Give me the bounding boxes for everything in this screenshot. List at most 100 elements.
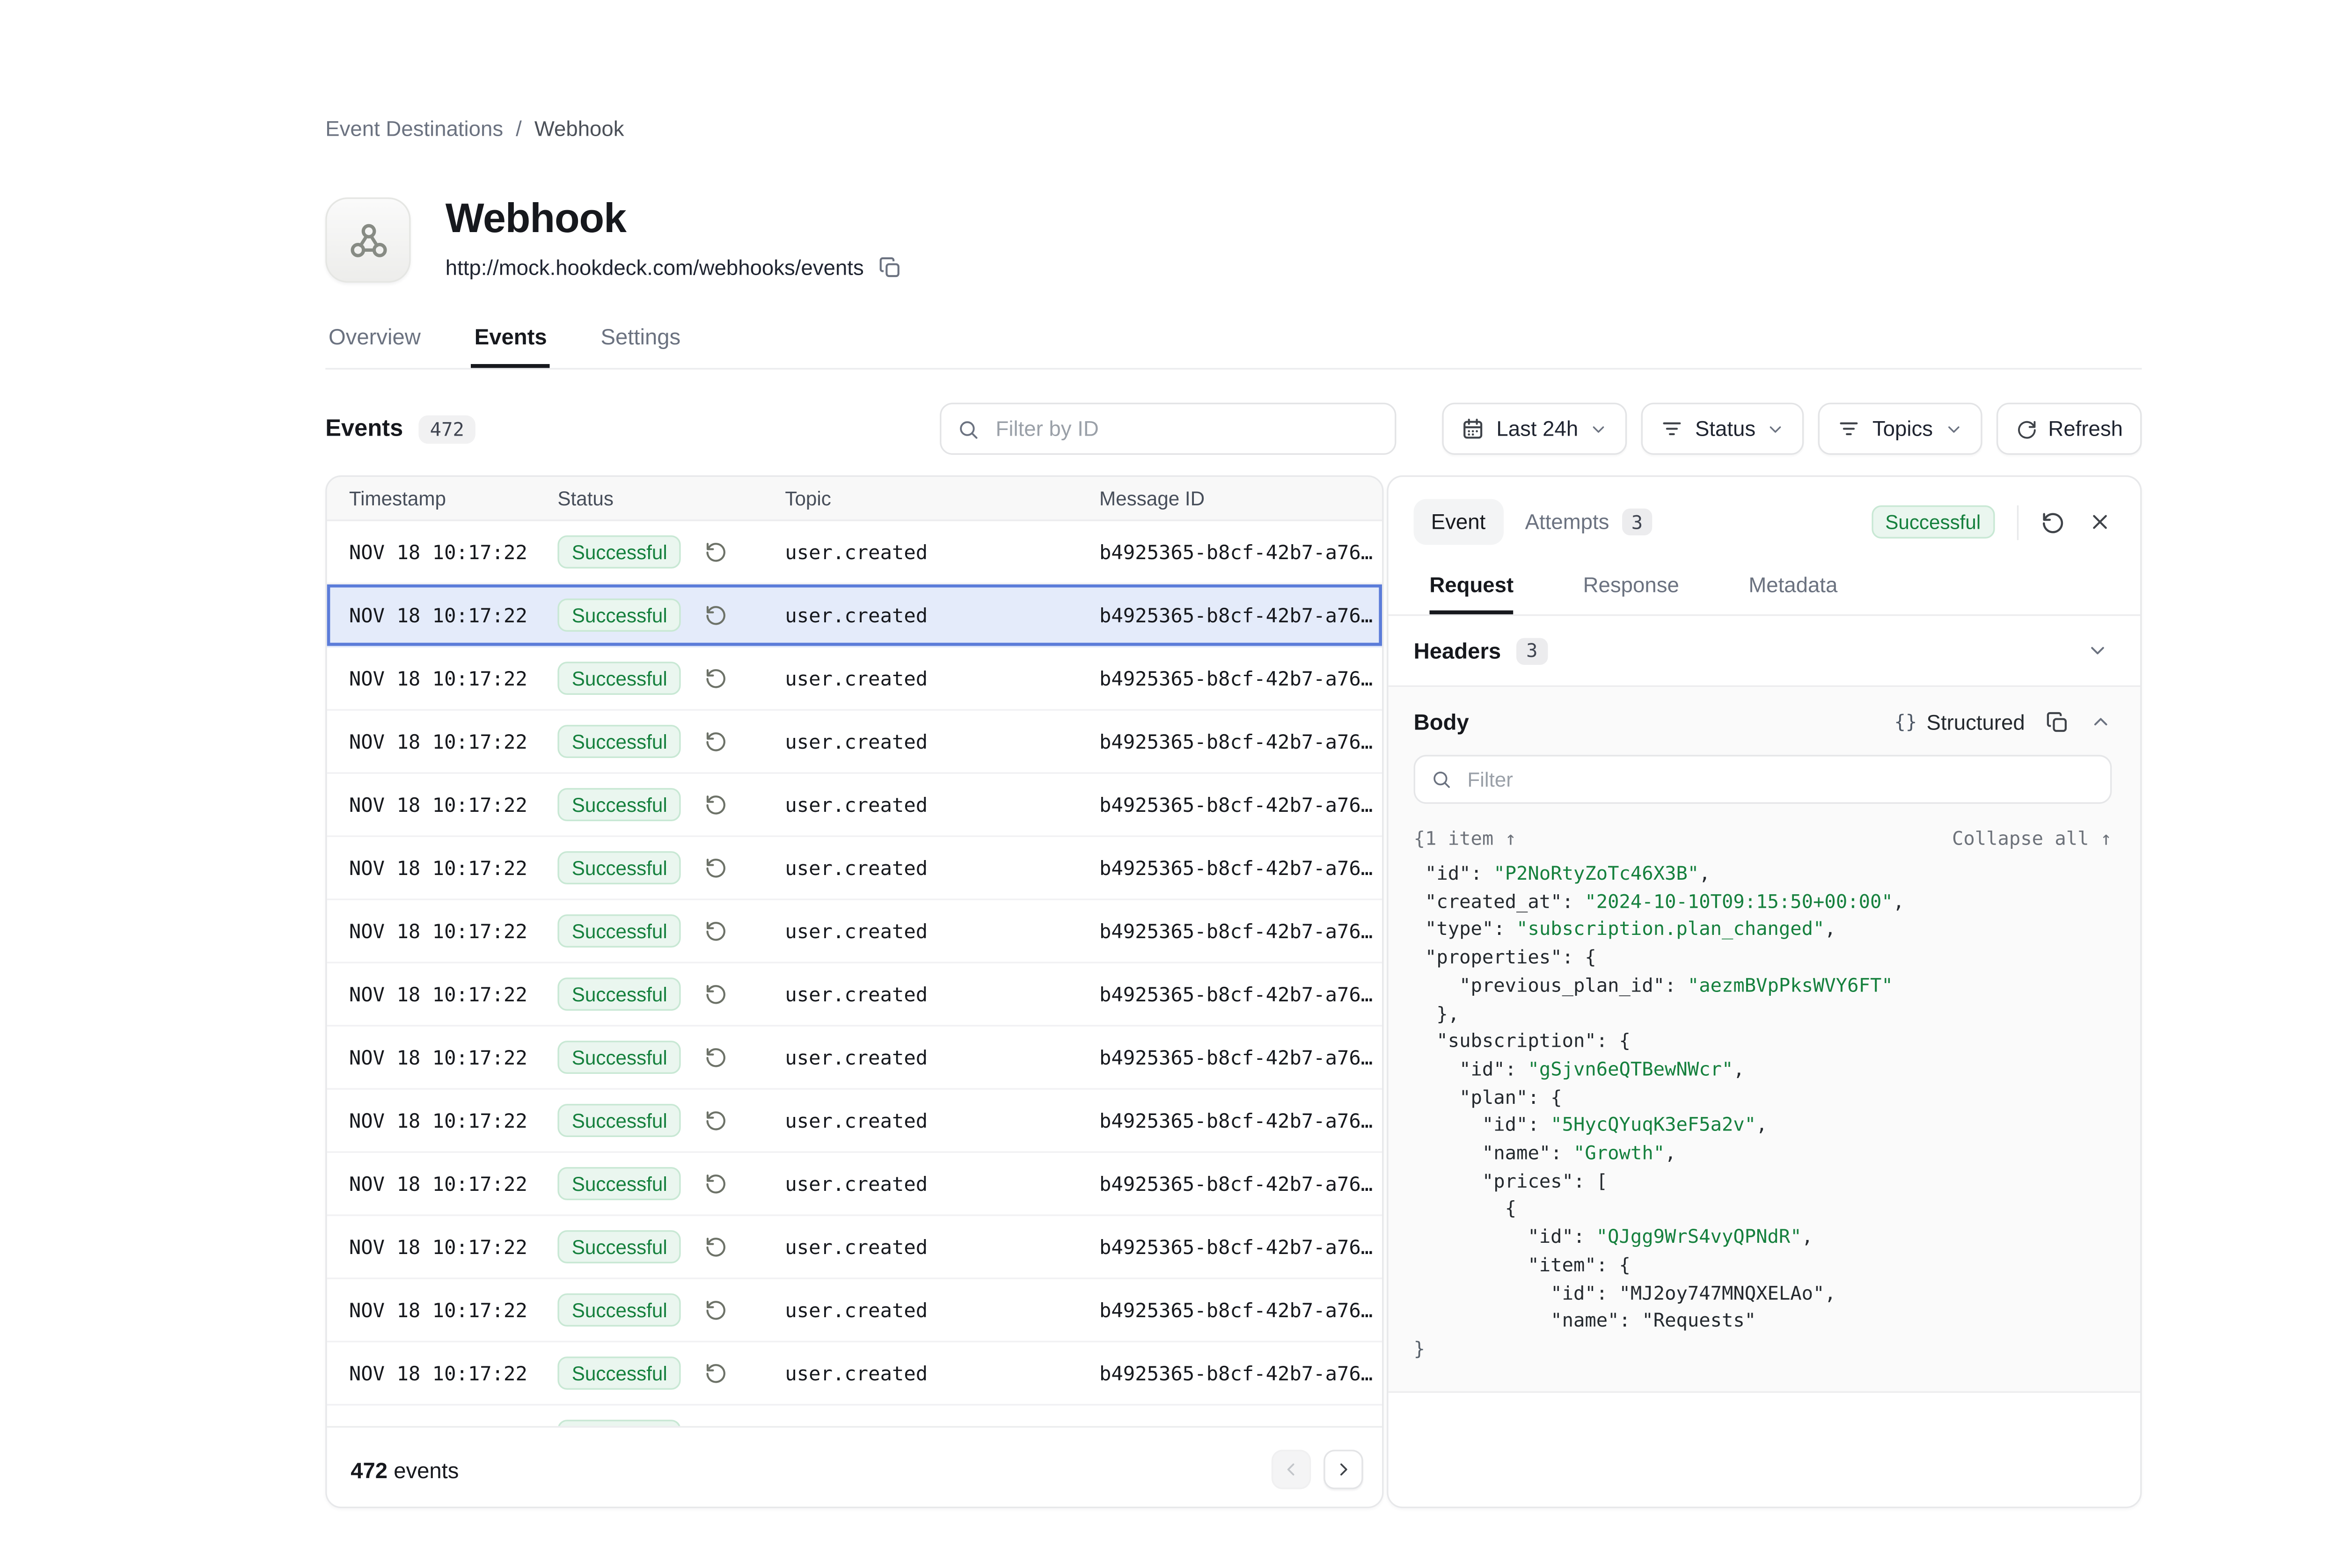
chevron-up-icon[interactable] [2090,711,2112,733]
table-row[interactable]: NOV 18 10:17:22 Successful user.created … [327,1342,1382,1406]
table-row[interactable]: NOV 18 10:17:22 Successful user.created … [327,1027,1382,1090]
json-line: "prices": [ [1414,1168,2112,1196]
copy-url-icon[interactable] [878,256,902,280]
table-row[interactable]: NOV 18 10:17:22 Successful user.created … [327,648,1382,711]
table-row[interactable]: NOV 18 10:17:22 Successful user.created … [327,1406,1382,1426]
cell-topic: user.created [785,540,1099,564]
cell-message-id: b4925365-b8cf-42b7-a76… [1099,1045,1382,1069]
retry-icon[interactable] [705,1235,729,1259]
structured-view-toggle[interactable]: {} Structured [1894,710,2025,734]
cell-topic: user.created [785,856,1099,880]
retry-icon[interactable] [705,793,729,817]
tab-response[interactable]: Response [1583,573,1679,614]
cell-message-id: b4925365-b8cf-42b7-a76… [1099,603,1382,627]
table-row[interactable]: NOV 18 10:17:22 Successful user.created … [327,1216,1382,1279]
table-row[interactable]: NOV 18 10:17:22 Successful user.created … [327,774,1382,837]
close-icon[interactable] [2088,510,2112,534]
status-badge: Successful [557,1230,681,1263]
retry-icon[interactable] [705,1172,729,1196]
tab-events[interactable]: Events [471,324,550,368]
table-row[interactable]: NOV 18 10:17:22 Successful user.created … [327,1279,1382,1342]
refresh-icon [2015,418,2037,440]
retry-icon[interactable] [705,666,729,690]
retry-icon[interactable] [705,1045,729,1069]
cell-timestamp: NOV 18 10:17:22 [327,1298,558,1322]
chevron-down-icon [1767,419,1786,438]
cell-timestamp: NOV 18 10:17:22 [327,1172,558,1196]
tab-request[interactable]: Request [1429,573,1514,614]
cell-message-id: b4925365-b8cf-42b7-a76… [1099,1235,1382,1259]
table-row[interactable]: NOV 18 10:17:22 Successful user.created … [327,711,1382,774]
collapse-all-button[interactable]: Collapse all ↑ [1952,828,2112,850]
status-filter-button[interactable]: Status [1641,403,1805,455]
table-row[interactable]: NOV 18 10:17:22 Successful user.created … [327,1153,1382,1216]
divider [2017,504,2018,539]
cell-timestamp: NOV 18 10:17:22 [327,603,558,627]
table-row[interactable]: NOV 18 10:17:22 Successful user.created … [327,963,1382,1027]
table-footer: 472 events [327,1426,1382,1509]
table-row[interactable]: NOV 18 10:17:22 Successful user.created … [327,900,1382,963]
json-line: "item": { [1414,1252,2112,1280]
cell-message-id: b4925365-b8cf-42b7-a76… [1099,1361,1382,1385]
braces-icon: {} [1894,711,1917,733]
retry-icon[interactable] [705,1298,729,1322]
pagination-next-button[interactable] [1324,1450,1363,1489]
panel-header: Event Attempts 3 Successful [1389,477,2141,561]
retry-icon[interactable] [705,1361,729,1385]
retry-icon[interactable] [705,1109,729,1132]
column-header-status: Status [557,487,785,509]
cell-topic: user.created [785,982,1099,1006]
events-toolbar: Events 472 Last 24h Status [325,403,2142,455]
detail-tabs: Request Response Metadata [1389,561,2141,616]
json-line: "properties": { [1414,945,2112,973]
refresh-button[interactable]: Refresh [1996,403,2142,455]
json-line: "type": "subscription.plan_changed", [1414,917,2112,945]
table-row[interactable]: NOV 18 10:17:22 Successful user.created … [327,1090,1382,1153]
headers-section-toggle[interactable]: Headers 3 [1389,616,2141,687]
breadcrumb-parent[interactable]: Event Destinations [325,117,503,141]
retry-icon[interactable] [705,603,729,627]
body-filter-input[interactable] [1464,766,2095,793]
status-badge: Successful [1871,505,1995,539]
table-row[interactable]: NOV 18 10:17:22 Successful user.created … [327,837,1382,900]
retry-icon[interactable] [705,919,729,943]
tab-settings[interactable]: Settings [598,324,684,368]
table-row[interactable]: NOV 18 10:17:22 Successful user.created … [327,584,1382,648]
cell-message-id: b4925365-b8cf-42b7-a76… [1099,1109,1382,1132]
retry-icon[interactable] [705,729,729,753]
copy-body-icon[interactable] [2046,710,2069,734]
panel-tab-attempts[interactable]: Attempts 3 [1525,509,1653,535]
table-row[interactable]: NOV 18 10:17:22 Successful user.created … [327,521,1382,584]
status-badge: Successful [557,535,681,569]
topics-filter-label: Topics [1872,417,1933,441]
cell-topic: user.created [785,1298,1099,1322]
cell-message-id: b4925365-b8cf-42b7-a76… [1099,1298,1382,1322]
search-input[interactable] [993,416,1380,442]
body-section: Body {} Structured [1389,687,2141,1393]
topics-filter-button[interactable]: Topics [1819,403,1982,455]
time-filter-label: Last 24h [1496,417,1578,441]
cell-timestamp: NOV 18 10:17:22 [327,1109,558,1132]
breadcrumb-current: Webhook [534,117,624,141]
tab-overview[interactable]: Overview [325,324,424,368]
refresh-label: Refresh [2048,417,2123,441]
main-tabs: Overview Events Settings [325,324,2142,370]
pagination-prev-button[interactable] [1272,1450,1311,1489]
panel-tab-event[interactable]: Event [1414,499,1503,545]
json-line: "subscription": { [1414,1028,2112,1057]
retry-icon[interactable] [705,540,729,564]
retry-event-icon[interactable] [2041,509,2066,534]
json-items-summary[interactable]: {1 item ↑ [1414,828,1516,850]
retry-icon[interactable] [705,856,729,880]
panel-bottom-spacer [1389,1393,2141,1507]
time-filter-button[interactable]: Last 24h [1443,403,1627,455]
cell-timestamp: NOV 18 10:17:22 [327,729,558,753]
cell-timestamp: NOV 18 10:17:22 [327,666,558,690]
json-line: } [1414,1336,2112,1364]
retry-icon[interactable] [705,982,729,1006]
json-line: "created_at": "2024-10-10T09:15:50+00:00… [1414,889,2112,917]
tab-metadata[interactable]: Metadata [1748,573,1837,614]
column-header-message-id: Message ID [1099,487,1382,509]
webhook-icon-box [325,197,410,283]
cell-message-id: b4925365-b8cf-42b7-a76… [1099,856,1382,880]
